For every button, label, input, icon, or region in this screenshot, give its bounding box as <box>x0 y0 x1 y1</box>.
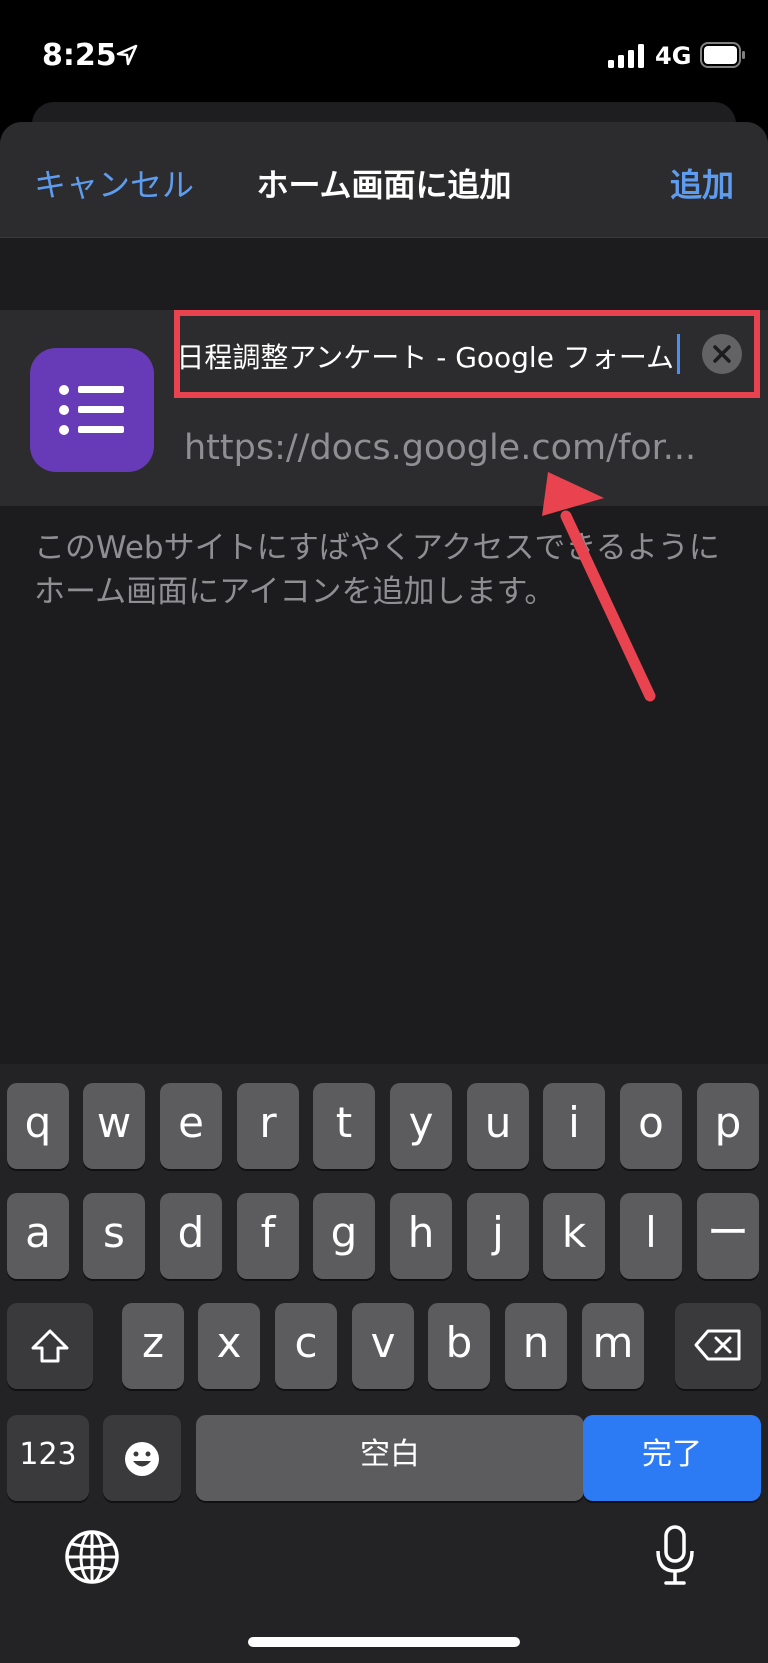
key-p[interactable]: p <box>697 1083 759 1169</box>
cellular-signal-icon <box>608 44 644 68</box>
key-b[interactable]: b <box>428 1303 490 1389</box>
key-z[interactable]: z <box>122 1303 184 1389</box>
globe-icon[interactable] <box>64 1529 120 1585</box>
delete-icon <box>694 1329 741 1361</box>
status-time: 8:25 <box>42 38 117 73</box>
space-key[interactable]: 空白 <box>196 1415 584 1501</box>
delete-key[interactable] <box>675 1303 761 1389</box>
shift-icon <box>31 1329 69 1363</box>
key-m[interactable]: m <box>582 1303 644 1389</box>
key-t[interactable]: t <box>313 1083 375 1169</box>
key-f[interactable]: f <box>237 1193 299 1279</box>
list-icon <box>59 385 124 435</box>
key-w[interactable]: w <box>83 1083 145 1169</box>
location-arrow-icon <box>116 44 138 66</box>
key-j[interactable]: j <box>467 1193 529 1279</box>
key-d[interactable]: d <box>160 1193 222 1279</box>
google-forms-app-icon <box>30 348 154 472</box>
microphone-icon[interactable] <box>654 1525 696 1587</box>
bookmark-url: https://docs.google.com/for... <box>184 428 697 468</box>
key-long-vowel[interactable]: ー <box>697 1193 759 1279</box>
battery-icon <box>700 42 745 68</box>
shift-key[interactable] <box>7 1303 93 1389</box>
key-g[interactable]: g <box>313 1193 375 1279</box>
status-bar: 8:25 4G <box>0 0 768 110</box>
add-button[interactable]: 追加 <box>670 160 734 206</box>
numbers-key[interactable]: 123 <box>7 1415 89 1501</box>
key-k[interactable]: k <box>543 1193 605 1279</box>
emoji-key[interactable] <box>103 1415 181 1501</box>
done-key[interactable]: 完了 <box>583 1415 761 1501</box>
key-v[interactable]: v <box>352 1303 414 1389</box>
key-l[interactable]: l <box>620 1193 682 1279</box>
key-h[interactable]: h <box>390 1193 452 1279</box>
key-y[interactable]: y <box>390 1083 452 1169</box>
key-u[interactable]: u <box>467 1083 529 1169</box>
emoji-icon <box>125 1442 159 1476</box>
key-r[interactable]: r <box>237 1083 299 1169</box>
key-x[interactable]: x <box>198 1303 260 1389</box>
sheet-title: ホーム画面に追加 <box>256 166 512 204</box>
key-c[interactable]: c <box>275 1303 337 1389</box>
key-n[interactable]: n <box>505 1303 567 1389</box>
key-s[interactable]: s <box>83 1193 145 1279</box>
key-q[interactable]: q <box>7 1083 69 1169</box>
network-type: 4G <box>655 42 692 70</box>
home-indicator <box>248 1637 520 1647</box>
annotation-highlight-box <box>174 310 760 398</box>
key-e[interactable]: e <box>160 1083 222 1169</box>
key-a[interactable]: a <box>7 1193 69 1279</box>
key-i[interactable]: i <box>543 1083 605 1169</box>
key-o[interactable]: o <box>620 1083 682 1169</box>
keyboard: q w e r t y u i o p a s d f g h j k l ー … <box>0 1064 768 1663</box>
sheet-description: このWebサイトにすばやくアクセスできるようにホーム画面にアイコンを追加します。 <box>34 530 720 610</box>
sheet-nav-bar: キャンセル ホーム画面に追加 追加 <box>0 122 768 238</box>
